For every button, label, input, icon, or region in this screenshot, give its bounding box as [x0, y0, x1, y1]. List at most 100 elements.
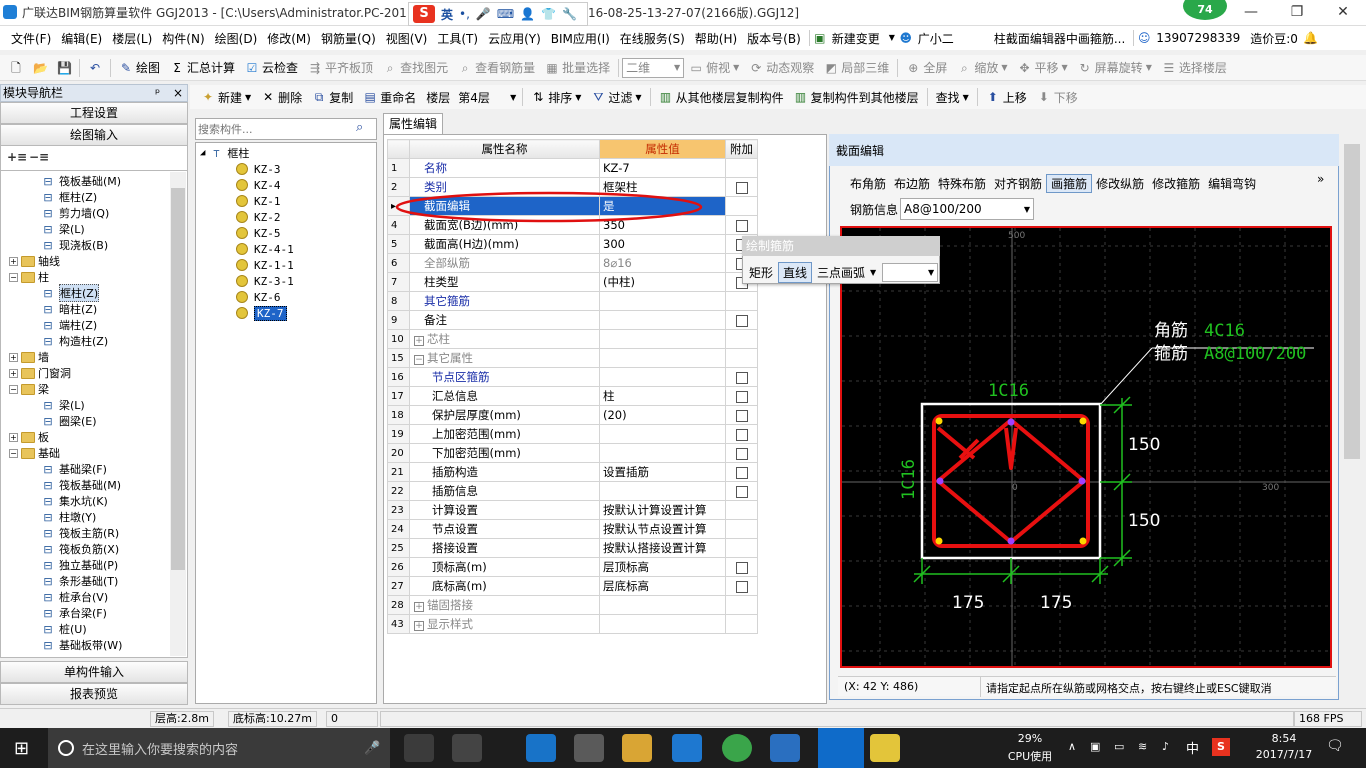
- property-value[interactable]: 按默认搭接设置计算: [599, 538, 726, 558]
- property-row[interactable]: 10 + 芯柱: [387, 329, 758, 349]
- input-language[interactable]: 中: [1186, 738, 1199, 757]
- property-row[interactable]: 25 搭接设置 按默认搭接设置计算: [387, 538, 758, 558]
- menu-tools[interactable]: 工具(T): [432, 30, 483, 47]
- property-value[interactable]: [599, 481, 726, 501]
- expand-icon[interactable]: +: [9, 256, 18, 266]
- menu-guangxiaoer[interactable]: 广小二: [913, 30, 959, 47]
- nav-close-icon[interactable]: ×: [173, 85, 183, 101]
- property-row[interactable]: 16 节点区箍筋: [387, 367, 758, 387]
- nav-tree-folder[interactable]: − 基础: [9, 445, 60, 461]
- component-item[interactable]: KZ-3-1: [236, 273, 294, 289]
- nav-tree-folder[interactable]: − 柱: [9, 269, 49, 285]
- sogou-tray-icon[interactable]: S: [1212, 738, 1230, 756]
- nav-tree-item[interactable]: ⊟ 柱墩(Y): [41, 509, 96, 525]
- nav-tree-item[interactable]: ⊟ 端柱(Z): [41, 317, 97, 333]
- property-value[interactable]: [599, 614, 726, 634]
- property-checkbox[interactable]: [735, 428, 748, 441]
- nav-tree-item[interactable]: ⊟ 构造柱(Z): [41, 333, 108, 349]
- tab-modify-longitudinal[interactable]: 修改纵筋: [1092, 175, 1148, 192]
- microphone-icon[interactable]: 🎤: [364, 741, 380, 756]
- property-row[interactable]: 27 底标高(m) 层底标高: [387, 576, 758, 596]
- move-down-button[interactable]: ⬇ 下移: [1032, 89, 1083, 106]
- nav-tree-item[interactable]: ⊟ 梁(L): [41, 221, 84, 237]
- nav-tree-item[interactable]: ⊟ 暗柱(Z): [41, 301, 97, 317]
- open-file-button[interactable]: 📂: [28, 61, 52, 75]
- chevron-down-icon[interactable]: ▼: [870, 268, 876, 277]
- menu-help-topic[interactable]: 柱截面编辑器中画箍筋...: [989, 30, 1130, 47]
- green-app-icon[interactable]: [722, 734, 752, 762]
- rebar-info-select[interactable]: A8@100/200 ▼: [900, 198, 1034, 220]
- view-rebar-button[interactable]: ⌕ 查看钢筋量: [453, 59, 540, 76]
- nav-tree-item[interactable]: ⊟ 桩承台(V): [41, 589, 108, 605]
- arc-param-select[interactable]: ▼: [882, 263, 939, 282]
- section-scroll-thumb[interactable]: [1344, 144, 1360, 459]
- component-item[interactable]: KZ-1-1: [236, 257, 294, 273]
- floor-select[interactable]: 第4层 ▼: [455, 87, 519, 107]
- nav-single-input-button[interactable]: 单构件输入: [0, 661, 188, 683]
- restore-button[interactable]: ❐: [1274, 0, 1320, 26]
- local-3d-button[interactable]: ◩ 局部三维: [819, 59, 894, 76]
- taskbar-search[interactable]: 在这里输入你要搜索的内容 🎤: [48, 728, 390, 768]
- pan-button[interactable]: ✥ 平移 ▼: [1013, 59, 1073, 76]
- property-row[interactable]: 23 计算设置 按默认计算设置计算: [387, 500, 758, 520]
- collapse-all-icon[interactable]: −≡: [29, 150, 49, 164]
- glodon-g-icon[interactable]: [672, 734, 702, 762]
- ime-keyboard-icon[interactable]: ⌨: [497, 7, 514, 21]
- property-row[interactable]: 6 全部纵筋 8⌀16: [387, 253, 758, 273]
- rectangle-option[interactable]: 矩形: [746, 263, 776, 282]
- property-value[interactable]: 按默认计算设置计算: [599, 500, 726, 520]
- move-up-button[interactable]: ⬆ 上移: [981, 89, 1032, 106]
- property-row[interactable]: 26 顶标高(m) 层顶标高: [387, 557, 758, 577]
- edge-browser-icon[interactable]: [526, 734, 556, 762]
- property-value[interactable]: 层顶标高: [599, 557, 726, 577]
- property-row[interactable]: 1 名称 KZ-7: [387, 158, 758, 178]
- tray-expand-icon[interactable]: ∧: [1068, 740, 1076, 753]
- nvidia-icon[interactable]: ▣: [1090, 740, 1100, 753]
- collapse-icon[interactable]: −: [9, 448, 18, 458]
- undo-button[interactable]: ↶: [83, 61, 107, 75]
- collapse-icon[interactable]: −: [9, 384, 18, 394]
- find-button[interactable]: 查找 ▼: [931, 89, 974, 106]
- nav-tree-item[interactable]: ⊟ 框柱(Z): [41, 189, 97, 205]
- notification-bell-icon[interactable]: 🔔: [1303, 31, 1318, 45]
- tab-corner-rebar[interactable]: 布角筋: [846, 175, 890, 192]
- property-value[interactable]: [599, 595, 726, 615]
- menu-new-change[interactable]: 新建变更: [827, 30, 885, 47]
- copy-button[interactable]: ⧉ 复制: [307, 89, 358, 106]
- tab-property-editor[interactable]: 属性编辑: [383, 113, 443, 134]
- nav-tree-item[interactable]: ⊟ 承台梁(F): [41, 605, 107, 621]
- section-canvas[interactable]: 500 300 0 角筋 4C16 箍筋 A8@100/200 1C16 1C1…: [840, 226, 1332, 668]
- glodon-launcher-icon[interactable]: [452, 734, 482, 762]
- nav-scroll-thumb[interactable]: [171, 188, 185, 570]
- nav-tree-item[interactable]: ⊟ 集水坑(K): [41, 493, 107, 509]
- task-view-icon[interactable]: [404, 734, 434, 762]
- filter-button[interactable]: ⛛ 过滤 ▼: [586, 89, 646, 106]
- tab-modify-stirrup[interactable]: 修改箍筋: [1148, 175, 1204, 192]
- property-value[interactable]: 300: [599, 234, 726, 254]
- menu-modify[interactable]: 修改(M): [262, 30, 316, 47]
- sort-button[interactable]: ⇅ 排序 ▼: [526, 89, 586, 106]
- property-value[interactable]: [599, 367, 726, 387]
- glodon-g2-icon[interactable]: [770, 734, 800, 762]
- nav-tree-item[interactable]: ⊟ 基础板带(W): [41, 637, 122, 653]
- menu-rebar-qty[interactable]: 钢筋量(Q): [316, 30, 381, 47]
- new-file-button[interactable]: 🗋: [4, 61, 28, 75]
- property-row[interactable]: 9 备注: [387, 310, 758, 330]
- property-value[interactable]: (中柱): [599, 272, 726, 292]
- expand-icon[interactable]: +: [9, 432, 18, 442]
- save-button[interactable]: 💾: [52, 61, 76, 75]
- sum-calc-button[interactable]: Σ 汇总计算: [165, 59, 240, 76]
- ime-skin-icon[interactable]: 👕: [541, 7, 556, 21]
- nav-tree-folder[interactable]: + 门窗洞: [9, 365, 71, 381]
- minimize-button[interactable]: —: [1228, 0, 1274, 26]
- component-item[interactable]: KZ-3: [236, 161, 281, 177]
- section-editor-scrollbar[interactable]: [1342, 134, 1362, 704]
- wifi-icon[interactable]: ≋: [1138, 740, 1147, 753]
- property-value[interactable]: 8⌀16: [599, 253, 726, 273]
- component-item[interactable]: KZ-6: [236, 289, 281, 305]
- nav-tree-folder[interactable]: + 墙: [9, 349, 49, 365]
- nav-tree-item[interactable]: ⊟ 筏板负筋(X): [41, 541, 119, 557]
- nav-tree-item[interactable]: ⊟ 独立基础(P): [41, 557, 118, 573]
- more-tabs-icon[interactable]: »: [1317, 172, 1324, 186]
- top-view-button[interactable]: ▭ 俯视 ▼: [684, 59, 744, 76]
